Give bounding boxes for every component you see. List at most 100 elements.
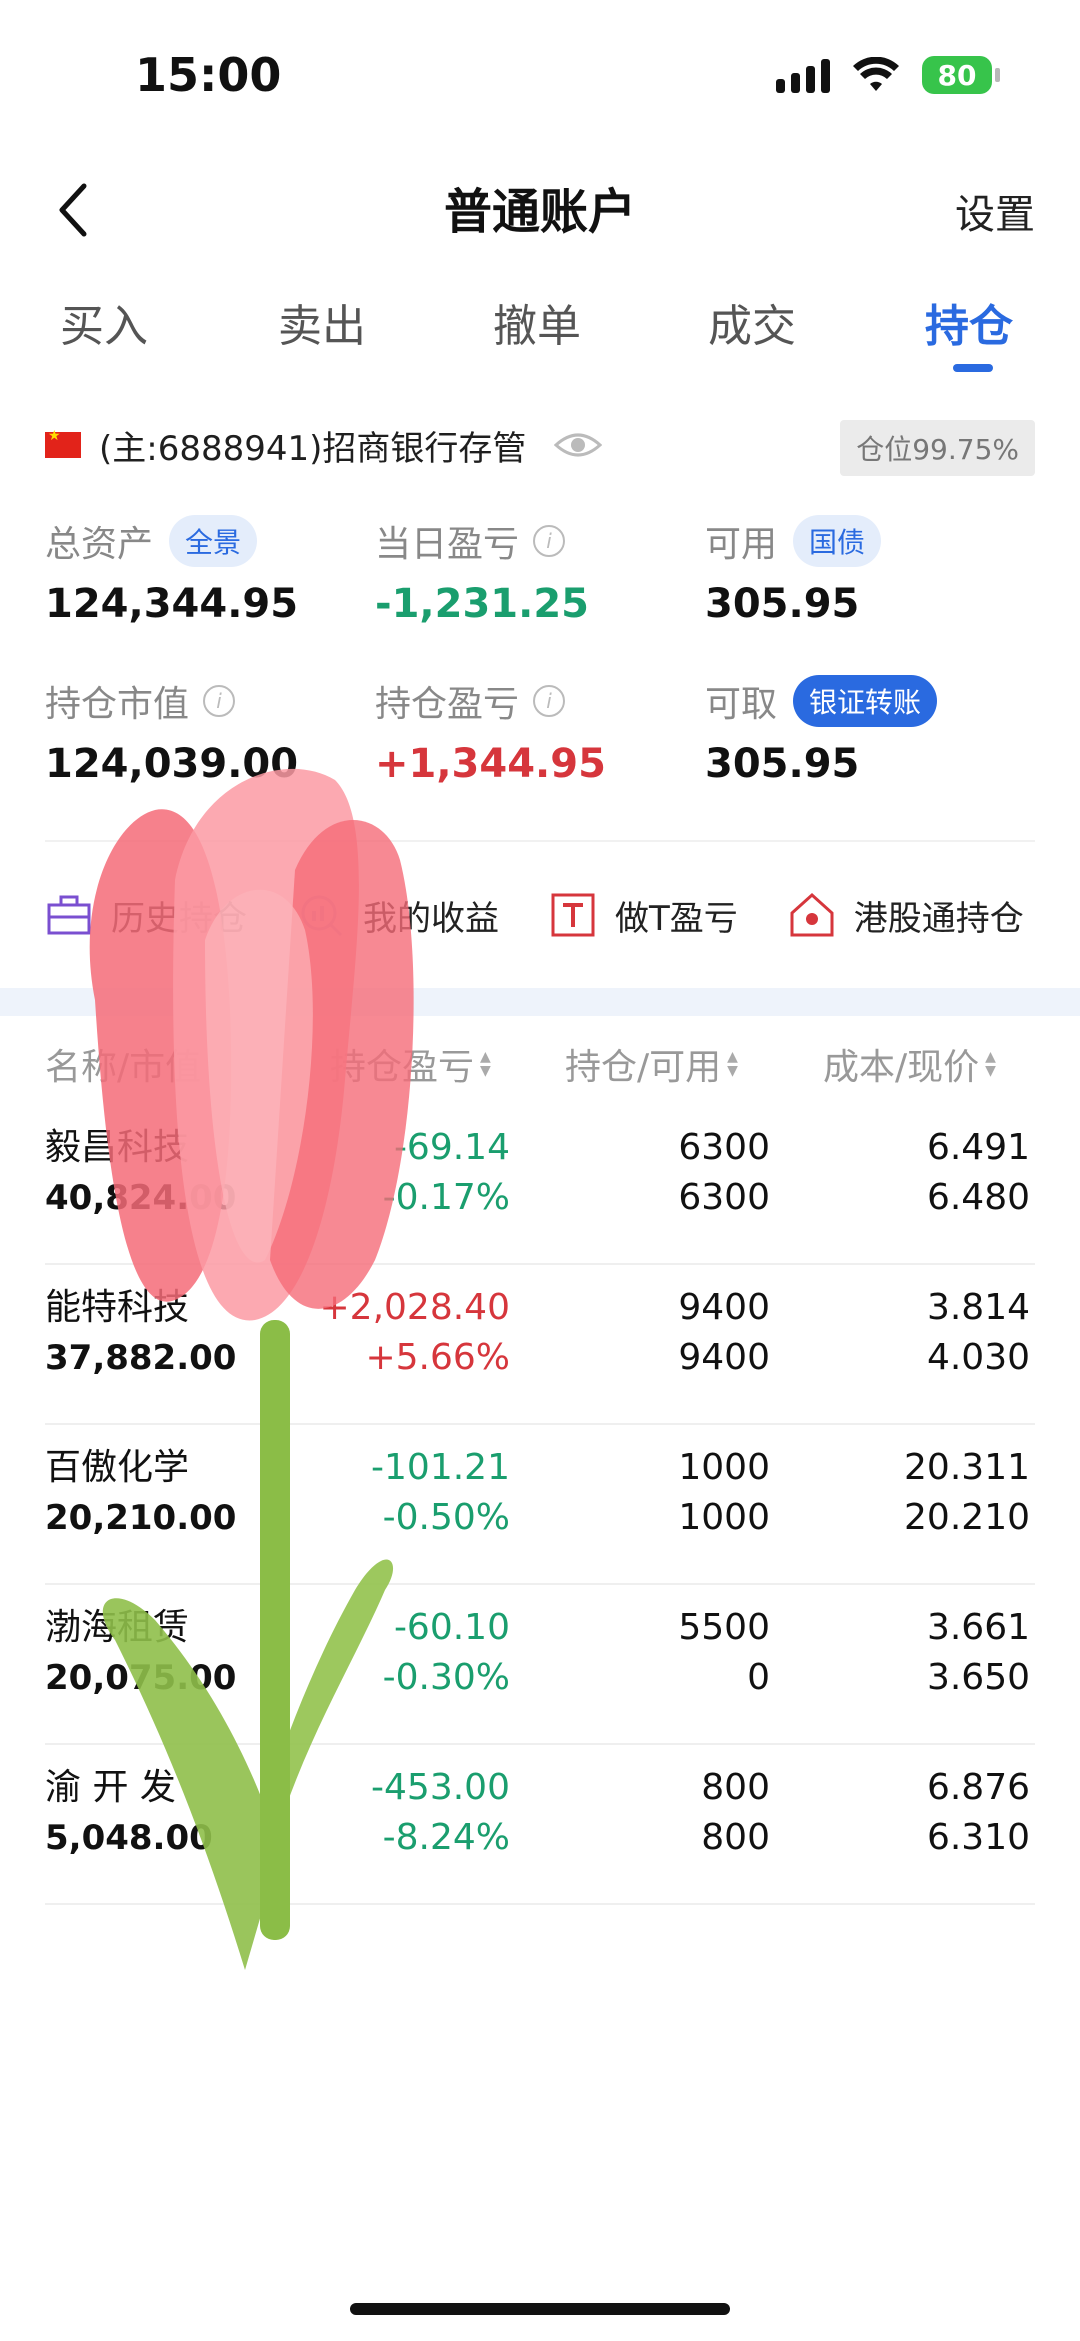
stock-pl-pct: -0.17% <box>382 1177 510 1218</box>
treasury-bond-button[interactable]: 国债 <box>793 515 882 567</box>
total-assets-value: 124,344.95 <box>45 581 299 627</box>
stock-pl: -453.00 <box>371 1767 510 1808</box>
tab-sell[interactable]: 卖出 <box>278 290 366 354</box>
bank-transfer-button[interactable]: 银证转账 <box>793 675 938 727</box>
shortcut-hk-holdings[interactable]: 港股通持仓 <box>788 891 1024 940</box>
available-label: 可用 <box>705 524 778 565</box>
stock-pl-pct: +5.66% <box>365 1337 510 1378</box>
shortcut-my-earnings[interactable]: 我的收益 <box>297 891 499 940</box>
position-ratio-badge: 仓位99.75% <box>840 420 1035 476</box>
header-cost-price[interactable]: 成本/现价 ▲ ▼ <box>823 1038 996 1090</box>
panorama-button[interactable]: 全景 <box>169 515 258 567</box>
stock-name: 百傲化学 <box>45 1447 190 1488</box>
shortcut-label: 做T盈亏 <box>615 898 738 939</box>
info-icon[interactable]: i <box>533 685 566 717</box>
shortcut-label: 我的收益 <box>363 898 499 939</box>
header-hold-available[interactable]: 持仓/可用 ▲ ▼ <box>565 1038 738 1090</box>
account-name: (主:6888941)招商银行存管 <box>99 428 527 469</box>
tab-cancel-order[interactable]: 撤单 <box>493 290 581 354</box>
china-flag-icon <box>45 428 81 458</box>
tab-buy[interactable]: 买入 <box>60 290 148 354</box>
stock-name: 渤海租赁 <box>45 1607 190 1648</box>
stock-cost: 20.311 <box>904 1447 1030 1488</box>
home-indicator[interactable] <box>350 2303 730 2315</box>
market-value: 持仓市值 i 124,039.00 <box>45 675 298 787</box>
divider <box>45 840 1035 842</box>
wifi-icon <box>853 57 899 91</box>
stock-price: 6.310 <box>926 1817 1030 1858</box>
stock-hold: 800 <box>701 1767 770 1808</box>
stock-pl: -101.21 <box>371 1447 510 1488</box>
stock-pl: -69.14 <box>393 1127 510 1168</box>
trade-tabs: 买入 卖出 撤单 成交 持仓 <box>0 290 1080 380</box>
shortcut-label: 港股通持仓 <box>853 898 1024 939</box>
table-row[interactable]: 百傲化学 20,210.00 -101.21 -0.50% 1000 1000 20.… <box>0 1425 1080 1585</box>
cellular-signal-icon <box>776 57 830 93</box>
daily-pl-label: 当日盈亏 <box>375 524 520 565</box>
settings-button[interactable]: 设置 <box>955 182 1035 240</box>
stock-market-value: 5,048.00 <box>45 1818 213 1858</box>
stock-pl-pct: -0.50% <box>382 1497 510 1538</box>
stock-price: 6.480 <box>926 1177 1030 1218</box>
header-label: 持仓盈亏 <box>330 1047 475 1088</box>
shortcut-label: 历史持仓 <box>111 898 247 939</box>
info-icon[interactable]: i <box>203 685 236 717</box>
withdrawable-funds: 可取 银证转账 305.95 <box>705 675 938 787</box>
header-position-pl[interactable]: 持仓盈亏 ▲ ▼ <box>330 1038 491 1090</box>
sort-icon: ▲ ▼ <box>727 1049 738 1079</box>
chart-magnifier-icon <box>301 895 343 937</box>
stock-pl-pct: -0.30% <box>382 1657 510 1698</box>
stock-cost: 3.814 <box>926 1287 1030 1328</box>
stock-name: 毅昌科技 <box>45 1127 190 1168</box>
battery-level: 80 <box>937 58 977 92</box>
stock-pl: -60.10 <box>393 1607 510 1648</box>
briefcase-icon <box>47 895 91 935</box>
shortcut-history-holdings[interactable]: 历史持仓 <box>45 891 247 940</box>
tab-holdings[interactable]: 持仓 <box>925 290 1013 354</box>
stock-market-value: 20,075.00 <box>45 1658 237 1698</box>
withdrawable-label: 可取 <box>705 684 778 725</box>
stock-available: 800 <box>701 1817 770 1858</box>
stock-name: 渝 开 发 <box>45 1767 176 1808</box>
stock-name: 能特科技 <box>45 1287 190 1328</box>
position-pl-value: +1,344.95 <box>375 741 606 787</box>
stock-price: 3.650 <box>926 1657 1030 1698</box>
shortcut-bar: 历史持仓 我的收益 做T盈亏 港股通持仓 <box>45 880 1080 950</box>
stock-market-value: 20,210.00 <box>45 1498 237 1538</box>
status-icons: 80 <box>776 56 1000 94</box>
hk-home-icon <box>790 892 834 937</box>
stock-available: 1000 <box>678 1497 770 1538</box>
table-row[interactable]: 毅昌科技 40,824.00 -69.14 -0.17% 6300 6300 6.49… <box>0 1105 1080 1265</box>
shortcut-t-trade-pl[interactable]: 做T盈亏 <box>549 891 738 940</box>
stock-cost: 6.491 <box>926 1127 1030 1168</box>
status-time: 15:00 <box>135 48 282 102</box>
stock-available: 0 <box>747 1657 770 1698</box>
stock-hold: 6300 <box>678 1127 770 1168</box>
stock-available: 6300 <box>678 1177 770 1218</box>
active-tab-indicator <box>953 364 993 372</box>
battery-icon: 80 <box>922 56 1000 94</box>
info-icon[interactable]: i <box>533 525 566 557</box>
header-name-value: 名称/市值 <box>45 1038 201 1090</box>
nav-bar: 普通账户 设置 <box>0 160 1080 250</box>
available-funds: 可用 国债 305.95 <box>705 515 882 627</box>
total-assets: 总资产 全景 124,344.95 <box>45 515 298 627</box>
header-label: 名称/市值 <box>45 1047 202 1088</box>
available-value: 305.95 <box>705 581 860 627</box>
stock-hold: 1000 <box>678 1447 770 1488</box>
stock-pl: +2,028.40 <box>319 1287 510 1328</box>
tab-deals[interactable]: 成交 <box>708 290 796 354</box>
table-row[interactable]: 渝 开 发 5,048.00 -453.00 -8.24% 800 800 6.876… <box>0 1745 1080 1905</box>
account-row[interactable]: (主:6888941)招商银行存管 <box>45 420 603 470</box>
eye-icon[interactable] <box>554 429 603 461</box>
table-row[interactable]: 能特科技 37,882.00 +2,028.40 +5.66% 9400 9400 3… <box>0 1265 1080 1425</box>
position-pl: 持仓盈亏 i +1,344.95 <box>375 675 606 787</box>
market-value-amount: 124,039.00 <box>45 741 299 787</box>
position-pl-label: 持仓盈亏 <box>375 684 520 725</box>
stock-hold: 5500 <box>678 1607 770 1648</box>
stock-cost: 3.661 <box>926 1607 1030 1648</box>
daily-pl-value: -1,231.25 <box>375 581 589 627</box>
daily-pl: 当日盈亏 i -1,231.25 <box>375 515 589 627</box>
stock-price: 4.030 <box>926 1337 1030 1378</box>
table-row[interactable]: 渤海租赁 20,075.00 -60.10 -0.30% 5500 0 3.661 3.… <box>0 1585 1080 1745</box>
